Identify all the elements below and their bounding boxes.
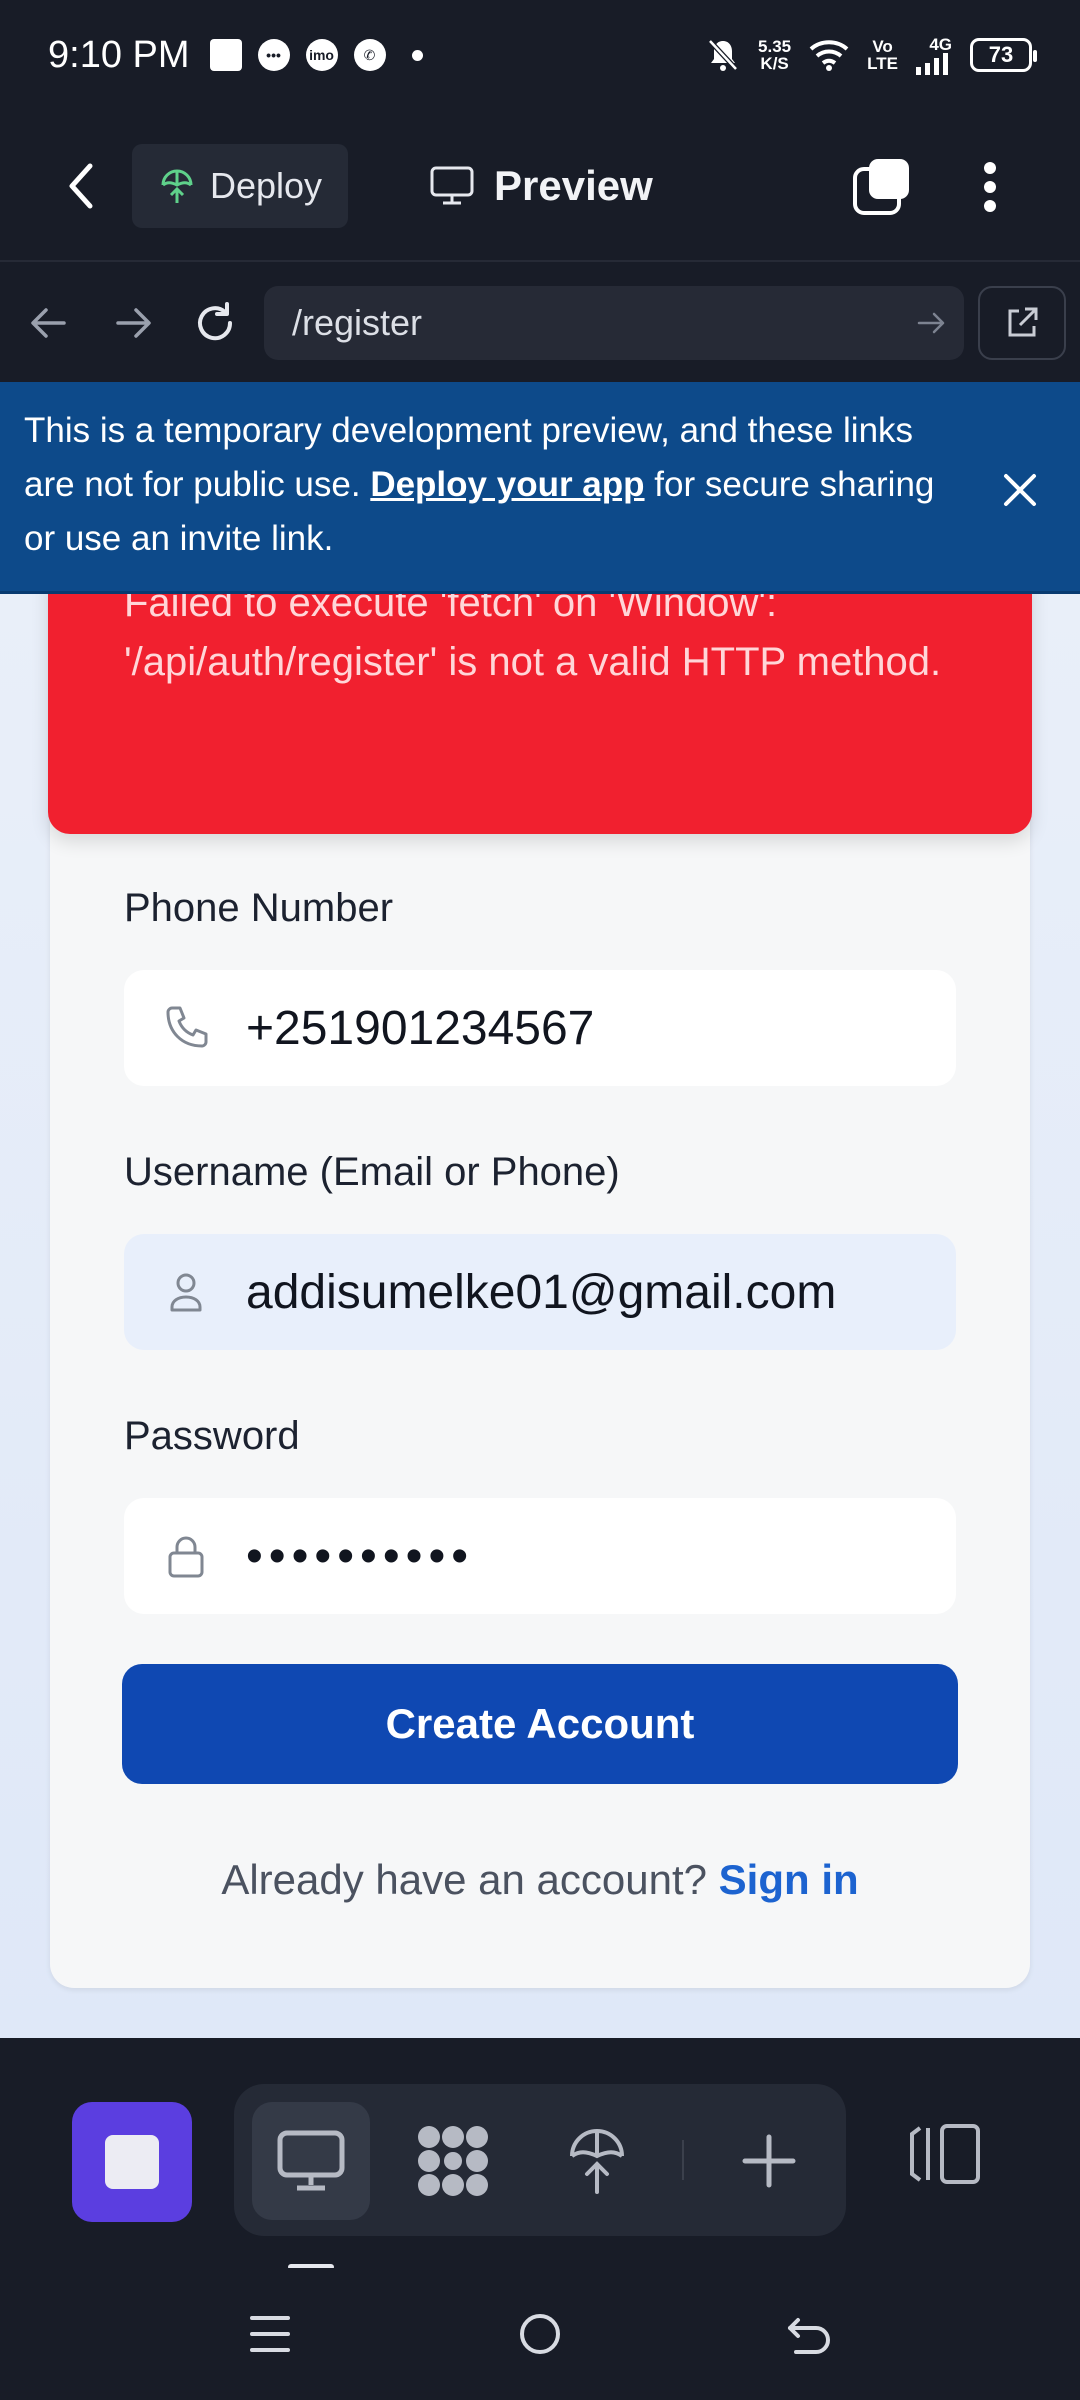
cell-signal: 4G (916, 36, 952, 75)
banner-text: This is a temporary development preview,… (24, 411, 935, 558)
create-account-label: Create Account (385, 1700, 695, 1747)
deploy-icon (161, 169, 193, 203)
password-input[interactable]: •••••••••• (124, 1498, 956, 1614)
error-alert: Failed to execute 'fetch' on 'Window': '… (48, 594, 1032, 834)
stop-icon (105, 2135, 159, 2189)
workflows-icon (418, 2126, 488, 2196)
notification-icons: ••• imo ✆ (209, 39, 423, 71)
recents-icon[interactable] (242, 2306, 298, 2362)
username-value: addisumelke01@gmail.com (246, 1265, 837, 1319)
deploy-label: Deploy (210, 165, 323, 206)
deploy-button[interactable]: Deploy (132, 144, 348, 228)
deploy-icon (570, 2129, 624, 2194)
preview-tab[interactable]: Preview (430, 150, 653, 222)
create-account-button[interactable]: Create Account (122, 1664, 958, 1784)
monitor-icon (277, 2130, 345, 2191)
system-nav-bar (0, 2268, 1080, 2400)
more-menu-icon[interactable] (966, 156, 1014, 218)
phone-input[interactable]: +251901234567 (124, 970, 956, 1086)
status-time: 9:10 PM (48, 33, 190, 76)
mute-icon (708, 39, 738, 71)
lock-icon (168, 1536, 204, 1578)
imo-notification-icon: imo (305, 39, 338, 71)
deploy-your-app-link[interactable]: Deploy your app (370, 465, 644, 504)
app-notification-icon (209, 39, 242, 71)
url-path: /register (292, 302, 423, 343)
workflows-tool-button[interactable] (394, 2102, 512, 2220)
bottom-toolbar (0, 2038, 1080, 2270)
back-nav-icon[interactable] (782, 2306, 838, 2362)
username-label: Username (Email or Phone) (124, 1150, 620, 1194)
nav-back-icon[interactable] (26, 300, 72, 346)
net-speed: 5.35 K/S (758, 37, 792, 73)
signin-prompt: Already have an account? Sign in (221, 1856, 859, 1903)
deploy-tool-button[interactable] (538, 2102, 656, 2220)
battery-indicator: 73 (970, 38, 1037, 72)
sign-in-link[interactable]: Sign in (719, 1856, 859, 1903)
tool-group (234, 2084, 846, 2236)
user-icon (170, 1273, 202, 1312)
phone-icon (166, 1006, 208, 1048)
tabs-icon[interactable] (852, 156, 914, 218)
nav-forward-icon[interactable] (110, 300, 156, 346)
password-value: •••••••••• (246, 1529, 475, 1583)
whatsapp-notification-icon: ✆ (353, 39, 386, 71)
preview-tool-button[interactable] (252, 2102, 370, 2220)
open-external-button[interactable] (978, 286, 1066, 360)
phone-value: +251901234567 (246, 1001, 595, 1055)
wifi-icon (809, 40, 849, 71)
plus-icon (742, 2134, 796, 2188)
app-header: Deploy Preview (0, 110, 1080, 262)
status-bar: 9:10 PM ••• imo ✆ 5.35 K/S Vo LTE 4G 73 (0, 0, 1080, 110)
error-message: Failed to execute 'fetch' on 'Window': '… (124, 594, 942, 684)
toolbar-divider (682, 2140, 684, 2180)
back-icon[interactable] (60, 160, 104, 212)
url-input[interactable]: /register (264, 286, 964, 360)
monitor-icon (430, 166, 474, 205)
add-tool-button[interactable] (710, 2102, 828, 2220)
url-bar: /register (0, 264, 1080, 382)
more-notifications-icon (411, 49, 423, 61)
home-icon[interactable] (512, 2306, 568, 2362)
stop-button[interactable] (72, 2102, 192, 2222)
toggle-panel-icon[interactable] (908, 2122, 984, 2186)
external-link-icon (1008, 307, 1038, 337)
username-input[interactable]: addisumelke01@gmail.com (124, 1234, 956, 1350)
preview-label: Preview (494, 162, 653, 209)
phone-label: Phone Number (124, 886, 394, 930)
preview-banner: This is a temporary development preview,… (0, 382, 1080, 594)
volte-indicator: Vo LTE (867, 37, 898, 73)
close-icon[interactable] (1000, 470, 1040, 510)
reload-icon[interactable] (192, 300, 238, 346)
go-arrow-icon[interactable] (916, 308, 946, 338)
chat-notification-icon: ••• (257, 39, 290, 71)
password-label: Password (124, 1414, 300, 1458)
signal-icon (916, 52, 948, 75)
